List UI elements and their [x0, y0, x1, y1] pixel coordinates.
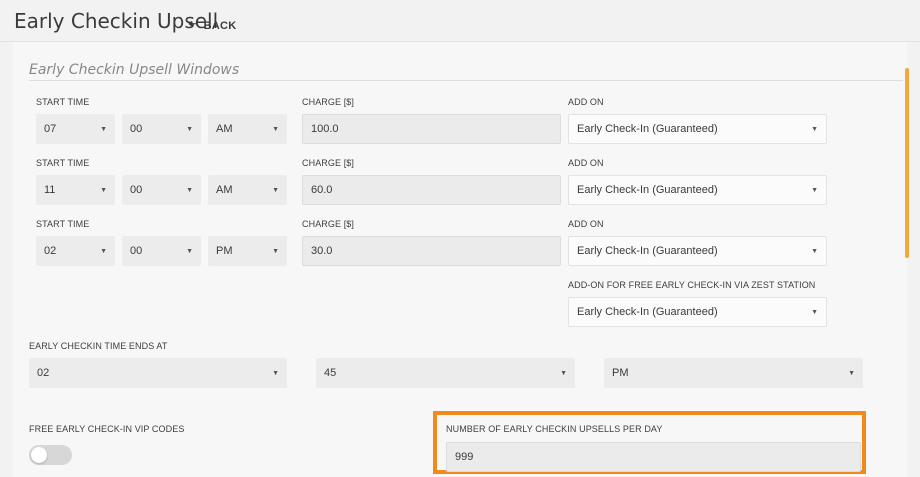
caret-down-icon: ▼: [811, 186, 818, 194]
scrollbar[interactable]: [905, 68, 909, 258]
back-button[interactable]: 🠠 BACK: [188, 15, 237, 36]
caret-down-icon: ▼: [848, 369, 855, 377]
caret-down-icon: ▼: [186, 125, 193, 133]
free-addon-label: ADD-ON FOR FREE EARLY CHECK-IN VIA ZEST …: [568, 280, 816, 290]
toggle-knob: [31, 447, 47, 463]
charge-input-1[interactable]: 100.0: [302, 114, 561, 144]
start-minute-select-1[interactable]: 00 ▼: [122, 114, 201, 144]
caret-down-icon: ▼: [272, 125, 279, 133]
add-on-select-2[interactable]: Early Check-In (Guaranteed) ▼: [568, 175, 827, 205]
caret-down-icon: ▼: [100, 125, 107, 133]
charge-label-1: CHARGE [$]: [302, 97, 355, 107]
caret-down-icon: ▼: [186, 247, 193, 255]
charge-label-2: CHARGE [$]: [302, 158, 355, 168]
back-label: BACK: [203, 19, 237, 32]
left-arrow-icon: 🠠: [188, 17, 199, 31]
start-ampm-select-3[interactable]: PM ▼: [208, 236, 287, 266]
ends-at-label: EARLY CHECKIN TIME ENDS AT: [29, 341, 168, 351]
section-divider: [29, 80, 903, 81]
start-ampm-select-1[interactable]: AM ▼: [208, 114, 287, 144]
upsells-per-day-label: NUMBER OF EARLY CHECKIN UPSELLS PER DAY: [446, 424, 663, 434]
start-time-label-2: START TIME: [36, 158, 90, 168]
start-ampm-select-2[interactable]: AM ▼: [208, 175, 287, 205]
vip-codes-toggle[interactable]: [29, 445, 72, 465]
caret-down-icon: ▼: [272, 186, 279, 194]
start-hour-select-2[interactable]: 11 ▼: [36, 175, 115, 205]
caret-down-icon: ▼: [811, 247, 818, 255]
add-on-select-1[interactable]: Early Check-In (Guaranteed) ▼: [568, 114, 827, 144]
add-on-select-3[interactable]: Early Check-In (Guaranteed) ▼: [568, 236, 827, 266]
add-on-label-3: ADD ON: [568, 219, 604, 229]
start-hour-select-3[interactable]: 02 ▼: [36, 236, 115, 266]
add-on-label-1: ADD ON: [568, 97, 604, 107]
caret-down-icon: ▼: [100, 186, 107, 194]
start-minute-select-2[interactable]: 00 ▼: [122, 175, 201, 205]
caret-down-icon: ▼: [811, 125, 818, 133]
free-addon-select[interactable]: Early Check-In (Guaranteed) ▼: [568, 297, 827, 327]
ends-at-minute-select[interactable]: 45 ▼: [316, 358, 575, 388]
charge-input-3[interactable]: 30.0: [302, 236, 561, 266]
ends-at-hour-select[interactable]: 02 ▼: [29, 358, 287, 388]
caret-down-icon: ▼: [811, 308, 818, 316]
charge-input-2[interactable]: 60.0: [302, 175, 561, 205]
caret-down-icon: ▼: [100, 247, 107, 255]
caret-down-icon: ▼: [186, 186, 193, 194]
upsells-per-day-input[interactable]: 999: [446, 442, 861, 472]
ends-at-ampm-select[interactable]: PM ▼: [604, 358, 863, 388]
start-time-label-3: START TIME: [36, 219, 90, 229]
caret-down-icon: ▼: [272, 369, 279, 377]
start-minute-select-3[interactable]: 00 ▼: [122, 236, 201, 266]
charge-label-3: CHARGE [$]: [302, 219, 355, 229]
top-bar: Early Checkin Upsell 🠠 BACK: [0, 0, 920, 42]
caret-down-icon: ▼: [272, 247, 279, 255]
start-time-label-1: START TIME: [36, 97, 90, 107]
vip-codes-label: FREE EARLY CHECK-IN VIP CODES: [29, 424, 185, 434]
section-title: Early Checkin Upsell Windows: [29, 62, 240, 78]
start-hour-select-1[interactable]: 07 ▼: [36, 114, 115, 144]
caret-down-icon: ▼: [560, 369, 567, 377]
add-on-label-2: ADD ON: [568, 158, 604, 168]
